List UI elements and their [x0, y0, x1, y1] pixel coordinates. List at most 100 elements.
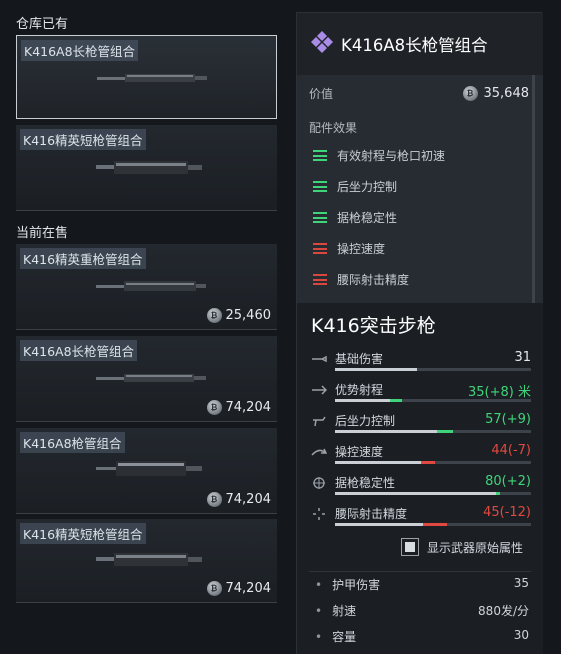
price: ₿ 74,204: [206, 400, 272, 415]
stat-value: 57(+9): [485, 412, 531, 427]
effect-label: 操控速度: [337, 242, 386, 256]
stat-value: 44(-7): [491, 443, 531, 458]
price-value: 74,204: [225, 492, 272, 507]
stat-bar-bonus: [436, 430, 453, 433]
barrel-icon: [96, 374, 206, 382]
effect-item: 据枪稳定性: [313, 209, 397, 226]
stat-row: 后坐力控制 57(+9): [311, 412, 531, 440]
stat-up-icon: [313, 150, 327, 161]
barrel-icon: [96, 553, 202, 566]
stat-up-icon: [313, 212, 327, 223]
item-name: K416精英短枪管组合: [20, 129, 146, 150]
stat-row: 腰际射击精度 45(-12): [311, 505, 531, 533]
show-original-stats-toggle[interactable]: 显示武器原始属性: [401, 538, 523, 556]
warehouse-section-title: 仓库已有: [16, 17, 69, 32]
sale-item-card[interactable]: K416精英短枪管组合 ₿ 74,204: [16, 519, 277, 603]
checkbox[interactable]: [401, 538, 419, 556]
effect-label: 据枪稳定性: [337, 211, 398, 225]
barrel-icon: [96, 161, 202, 174]
stat-value: 45(-12): [483, 505, 531, 520]
warehouse-item-card[interactable]: K416A8长枪管组合: [16, 35, 277, 119]
stat-bar-fill: [335, 399, 390, 402]
price-value: 74,204: [225, 400, 272, 415]
price-value: 74,204: [225, 581, 272, 596]
bullet-icon: •: [315, 630, 323, 644]
stat-label: 据枪稳定性: [335, 476, 396, 490]
effect-item: 腰际射击精度: [313, 271, 409, 288]
stat-row: 据枪稳定性 80(+2): [311, 474, 531, 502]
item-name: K416A8长枪管组合: [21, 40, 139, 61]
stat-row: 优势射程 35(+8) 米: [311, 381, 531, 409]
bullet-icon: [312, 355, 327, 363]
toggle-label: 显示武器原始属性: [427, 540, 524, 555]
crosshair-icon: [313, 477, 325, 489]
effect-label: 腰际射击精度: [337, 273, 410, 287]
item-title: K416A8长枪管组合: [341, 36, 488, 55]
hipfire-icon: [313, 508, 325, 520]
stat-bar-bonus: [495, 492, 500, 495]
attribute-row: • 护甲伤害 35: [315, 576, 529, 593]
range-icon: [312, 385, 327, 395]
stat-bar: [335, 368, 531, 371]
stat-bar-penalty: [421, 461, 435, 464]
sale-item-card[interactable]: K416A8枪管组合 ₿ 74,204: [16, 428, 277, 514]
stat-value: 80(+2): [485, 474, 531, 489]
value-row: 价值 ₿ 35,648: [309, 85, 529, 102]
attribute-value: 30: [513, 628, 529, 642]
barrel-icon: [96, 281, 206, 291]
coin-icon: ₿: [462, 86, 478, 101]
stat-bar: [335, 492, 531, 495]
stat-bar-fill: [335, 461, 422, 464]
effect-item: 操控速度: [313, 240, 385, 257]
on-sale-section-title: 当前在售: [16, 226, 69, 241]
attribute-row: • 容量 30: [315, 628, 529, 645]
effect-label: 后坐力控制: [337, 180, 398, 194]
stat-label: 优势射程: [335, 383, 384, 397]
effect-item: 有效射程与枪口初速: [313, 147, 445, 164]
warehouse-item-card[interactable]: K416精英短枪管组合: [16, 125, 277, 211]
stat-bar-fill: [335, 492, 496, 495]
attribute-label: 射速: [332, 604, 357, 618]
detail-header: K416A8长枪管组合: [297, 13, 543, 75]
stat-bar: [335, 430, 531, 433]
effect-label: 有效射程与枪口初速: [337, 149, 446, 163]
stat-down-icon: [313, 243, 327, 254]
coin-icon: ₿: [206, 308, 222, 323]
stat-value: 35(+8) 米: [468, 385, 531, 400]
stat-row: 操控速度 44(-7): [311, 443, 531, 471]
diamond-rarity-icon: [311, 31, 333, 53]
stat-label: 操控速度: [335, 445, 384, 459]
coin-icon: ₿: [206, 400, 222, 415]
price-value: 25,460: [225, 308, 272, 323]
sale-item-card[interactable]: K416精英重枪管组合 ₿ 25,460: [16, 244, 277, 330]
divider: [309, 571, 531, 572]
effects-title: 配件效果: [309, 121, 358, 135]
bullet-icon: •: [315, 604, 323, 618]
effect-item: 后坐力控制: [313, 178, 397, 195]
attribute-label: 护甲伤害: [332, 578, 381, 592]
barrel-icon: [96, 461, 202, 476]
attachment-list-panel: 仓库已有 K416A8长枪管组合 K416精英短枪管组合 当前在售 K416精英…: [0, 0, 290, 654]
stat-row: 基础伤害 31: [311, 350, 531, 378]
bullet-icon: •: [315, 578, 323, 592]
stat-down-icon: [313, 274, 327, 285]
stat-value: 31: [514, 350, 531, 365]
attribute-row: • 射速 880发/分: [315, 602, 529, 619]
stat-label: 基础伤害: [335, 352, 384, 366]
item-name: K416A8枪管组合: [20, 432, 125, 453]
coin-icon: ₿: [206, 581, 222, 596]
stat-bar: [335, 399, 531, 402]
attribute-value: 35: [513, 576, 529, 590]
handling-icon: [311, 448, 327, 456]
stat-bar: [335, 523, 531, 526]
sale-item-card[interactable]: K416A8长枪管组合 ₿ 74,204: [16, 336, 277, 422]
stat-up-icon: [313, 181, 327, 192]
stat-bar-fill: [335, 523, 424, 526]
stat-label: 后坐力控制: [335, 414, 396, 428]
stat-bar-fill: [335, 430, 437, 433]
recoil-icon: [313, 416, 326, 427]
attribute-label: 容量: [332, 630, 357, 644]
item-name: K416精英短枪管组合: [20, 523, 146, 544]
stat-bar-fill: [335, 368, 418, 371]
attribute-value: 880发/分: [478, 604, 529, 618]
